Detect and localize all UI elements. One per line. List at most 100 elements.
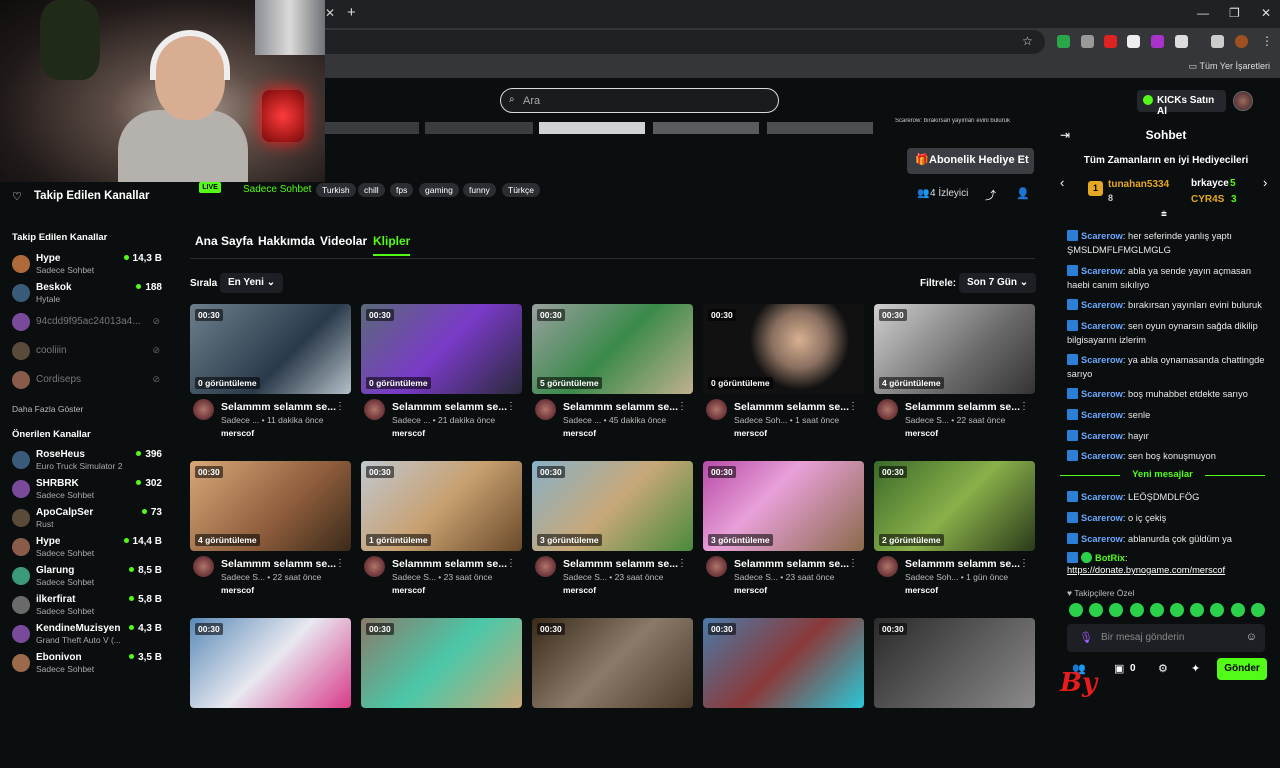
tab-home[interactable]: Ana Sayfa — [195, 234, 253, 248]
more-options-icon[interactable]: ⋮ — [1019, 401, 1029, 412]
gifter-name[interactable]: brkayce — [1191, 178, 1229, 189]
clip-author-avatar[interactable] — [706, 556, 727, 577]
chat-username[interactable]: Scarerow — [1081, 492, 1123, 502]
clip-author-avatar[interactable] — [877, 556, 898, 577]
clip-author[interactable]: merscof — [392, 585, 425, 595]
maximize-icon[interactable]: ❐ — [1229, 6, 1240, 20]
clip-thumbnail[interactable]: 00:30 0 görüntüleme — [190, 304, 351, 394]
more-options-icon[interactable]: ⋮ — [335, 558, 345, 569]
emote-icon[interactable] — [1069, 603, 1083, 617]
sidebar-channel-hype[interactable]: Hype Sadece Sohbet 14,4 B — [12, 536, 162, 562]
sidebar-channel-shrbrk[interactable]: SHRBRK Sadece Sohbet 302 — [12, 478, 162, 504]
stream-tag[interactable]: fps — [390, 183, 414, 197]
sidebar-channel-apocalpser[interactable]: ApoCalpSer Rust 73 — [12, 507, 162, 533]
send-button[interactable]: Gönder — [1217, 658, 1267, 680]
clip-card[interactable]: 00:30 0 görüntüleme Selammm selamm se... ⋮ S… — [703, 304, 864, 454]
emote-icon[interactable] — [1170, 603, 1184, 617]
gifter-name[interactable]: tunahan5334 — [1108, 179, 1169, 190]
extension-icon[interactable] — [1057, 35, 1070, 48]
chat-username[interactable]: Scarerow — [1081, 410, 1123, 420]
new-tab-button[interactable]: + — [347, 4, 356, 21]
gift-subscription-button[interactable]: 🎁 Abonelik Hediye Et — [907, 148, 1034, 174]
stream-category[interactable]: Sadece Sohbet — [243, 184, 311, 195]
stream-tag[interactable]: funny — [463, 183, 496, 197]
sidebar-channel-beskok[interactable]: Beskok Hytale 188 — [12, 282, 162, 308]
follow-user-icon[interactable]: 👤 — [1016, 187, 1030, 200]
reading-list-icon[interactable] — [1211, 35, 1224, 48]
clip-card[interactable]: 00:30 5 görüntüleme Selammm selamm se... ⋮ S… — [532, 304, 693, 454]
emoji-icon[interactable]: ☺ — [1246, 631, 1257, 643]
buy-kicks-button[interactable]: KICKs Satın Al — [1137, 90, 1226, 117]
chat-username[interactable]: BotRix — [1095, 553, 1125, 563]
clip-card[interactable]: 00:30 — [361, 618, 522, 768]
sidebar-channel-cordiseps[interactable]: Cordiseps ⊘ — [12, 369, 162, 395]
clip-thumbnail[interactable]: 00:30 0 görüntüleme — [703, 304, 864, 394]
more-options-icon[interactable]: ⋮ — [848, 558, 858, 569]
chat-username[interactable]: Scarerow — [1081, 355, 1123, 365]
clip-card[interactable]: 00:30 — [190, 618, 351, 768]
clip-author[interactable]: merscof — [563, 428, 596, 438]
more-options-icon[interactable]: ⋮ — [506, 558, 516, 569]
stream-tag[interactable]: Turkish — [316, 183, 356, 197]
clip-title[interactable]: Selammm selamm se... — [563, 401, 678, 413]
clip-card[interactable]: 00:30 0 görüntüleme Selammm selamm se... ⋮ S… — [361, 304, 522, 454]
address-field[interactable] — [325, 30, 1045, 54]
extension-icon[interactable] — [1127, 35, 1140, 48]
clip-author[interactable]: merscof — [905, 428, 938, 438]
chat-username[interactable]: Scarerow — [1081, 451, 1123, 461]
donate-link[interactable]: https://donate.bynogame.com/merscof — [1067, 565, 1225, 575]
chevron-right-icon[interactable]: › — [1263, 175, 1267, 190]
clip-thumbnail[interactable]: 00:30 — [361, 618, 522, 708]
clip-author[interactable]: merscof — [563, 585, 596, 595]
show-more-link[interactable]: Daha Fazla Göster — [12, 404, 83, 414]
emote-icon[interactable] — [1230, 603, 1245, 617]
clip-author-avatar[interactable] — [364, 556, 385, 577]
tab-clips[interactable]: Klipler — [373, 234, 411, 256]
user-avatar[interactable] — [1233, 91, 1253, 111]
emote-icon[interactable] — [1250, 603, 1265, 617]
clip-card[interactable]: 00:30 2 görüntüleme Selammm selamm se... ⋮ S… — [874, 461, 1035, 611]
profile-avatar-icon[interactable] — [1235, 35, 1248, 48]
chat-username[interactable]: Scarerow — [1081, 321, 1123, 331]
filter-dropdown[interactable]: Son 7 Gün ⌄ — [959, 273, 1037, 293]
microphone-icon[interactable]: 🎙 — [1079, 631, 1093, 644]
more-options-icon[interactable]: ⋮ — [1019, 558, 1029, 569]
clip-thumbnail[interactable]: 00:30 — [874, 618, 1035, 708]
clip-author[interactable]: merscof — [905, 585, 938, 595]
clip-author[interactable]: merscof — [392, 428, 425, 438]
search-input[interactable]: ⌕ Ara — [500, 88, 779, 113]
window-close-icon[interactable]: ✕ — [1261, 6, 1271, 20]
clip-card[interactable]: 00:30 1 görüntüleme Selammm selamm se... ⋮ S… — [361, 461, 522, 611]
clip-author-avatar[interactable] — [364, 399, 385, 420]
clip-title[interactable]: Selammm selamm se... — [905, 558, 1020, 570]
chat-username[interactable]: Scarerow — [1081, 431, 1123, 441]
stream-tag[interactable]: chill — [358, 183, 385, 197]
clip-title[interactable]: Selammm selamm se... — [734, 401, 849, 413]
clip-author[interactable]: merscof — [221, 428, 254, 438]
more-options-icon[interactable]: ⋮ — [677, 401, 687, 412]
sidebar-channel-cooliiin[interactable]: cooliiin ⊘ — [12, 340, 162, 366]
clip-title[interactable]: Selammm selamm se... — [392, 401, 507, 413]
chat-username[interactable]: Scarerow — [1081, 534, 1123, 544]
filter-icon[interactable]: ⩧ — [1161, 209, 1167, 220]
sidebar-channel-94cdd9f95ac24013a4[interactable]: 94cdd9f95ac24013a4... ⊘ — [12, 311, 162, 337]
tab-about[interactable]: Hakkımda — [258, 234, 315, 248]
chat-username[interactable]: Scarerow — [1081, 513, 1123, 523]
chat-username[interactable]: Scarerow — [1081, 266, 1123, 276]
clip-card[interactable]: 00:30 — [703, 618, 864, 768]
extension-icon[interactable] — [1104, 35, 1117, 48]
tab-videos[interactable]: Videolar — [320, 234, 367, 248]
sort-dropdown[interactable]: En Yeni ⌄ — [220, 273, 284, 293]
clip-title[interactable]: Selammm selamm se... — [221, 401, 336, 413]
clip-author-avatar[interactable] — [877, 399, 898, 420]
minimize-icon[interactable]: — — [1197, 6, 1209, 20]
clip-thumbnail[interactable]: 00:30 1 görüntüleme — [361, 461, 522, 551]
browser-menu-icon[interactable]: ⋮ — [1261, 34, 1273, 48]
puzzle-extensions-icon[interactable] — [1175, 35, 1188, 48]
clip-author[interactable]: merscof — [734, 428, 767, 438]
clip-author-avatar[interactable] — [535, 399, 556, 420]
chat-username[interactable]: Scarerow — [1081, 231, 1123, 241]
clip-author[interactable]: merscof — [734, 585, 767, 595]
sidebar-channel-hype[interactable]: Hype Sadece Sohbet 14,3 B — [12, 253, 162, 279]
clip-card[interactable]: 00:30 — [874, 618, 1035, 768]
